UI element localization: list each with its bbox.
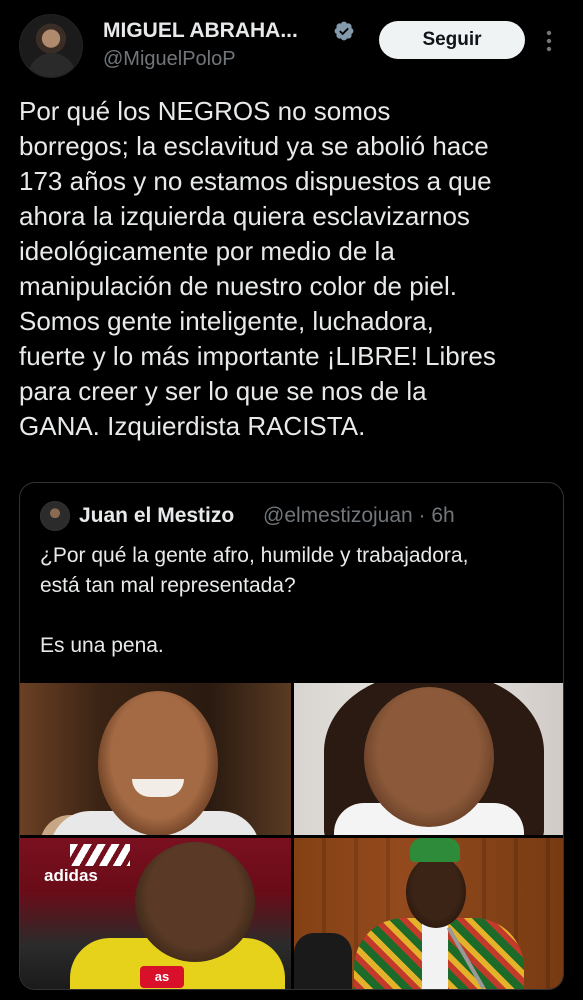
quoted-tweet[interactable]: Juan el Mestizo @elmestizojuan · 6h ¿Por… [19,482,564,990]
author-display-name[interactable]: MIGUEL ABRAHA... [103,19,298,43]
author-handle[interactable]: @MiguelPoloP [103,48,236,71]
tweet-text: Por qué los NEGROS no somos borregos; la… [19,96,496,441]
quoted-author-avatar[interactable] [40,501,70,531]
author-avatar[interactable] [19,14,83,78]
quoted-author-handle-time[interactable]: @elmestizojuan · 6h [263,504,455,528]
as-badge: as [140,966,184,988]
quoted-author-name[interactable]: Juan el Mestizo [79,504,234,528]
tweet-header: MIGUEL ABRAHA... @MiguelPoloP Seguir [0,0,583,90]
follow-button[interactable]: Seguir [379,21,525,59]
photo-man-yellow-jersey[interactable]: adidas as [20,838,291,989]
more-options-icon[interactable] [541,26,557,56]
photo-woman[interactable] [294,683,563,835]
photo-man-colorful-suit[interactable] [294,838,563,989]
verified-badge-icon [334,21,354,41]
photo-smiling-man[interactable] [20,683,291,835]
quoted-tweet-text: ¿Por qué la gente afro, humilde y trabaj… [40,544,469,657]
